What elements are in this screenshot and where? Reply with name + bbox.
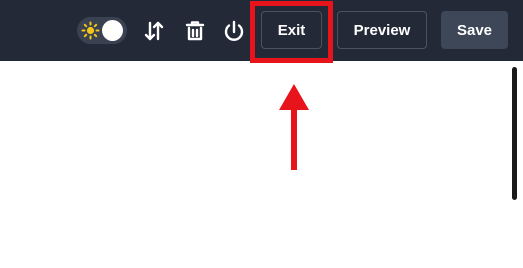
annotation-arrow	[279, 84, 309, 170]
preview-button[interactable]: Preview	[337, 11, 427, 49]
scrollbar[interactable]	[512, 67, 517, 200]
power-icon[interactable]	[222, 19, 246, 43]
sort-arrows-icon[interactable]	[142, 19, 166, 43]
sun-icon	[81, 21, 100, 40]
trash-icon[interactable]	[183, 19, 207, 43]
annotation-highlight-box	[250, 1, 333, 63]
toggle-knob	[102, 20, 123, 41]
theme-toggle[interactable]	[77, 17, 127, 44]
save-button[interactable]: Save	[441, 11, 508, 49]
